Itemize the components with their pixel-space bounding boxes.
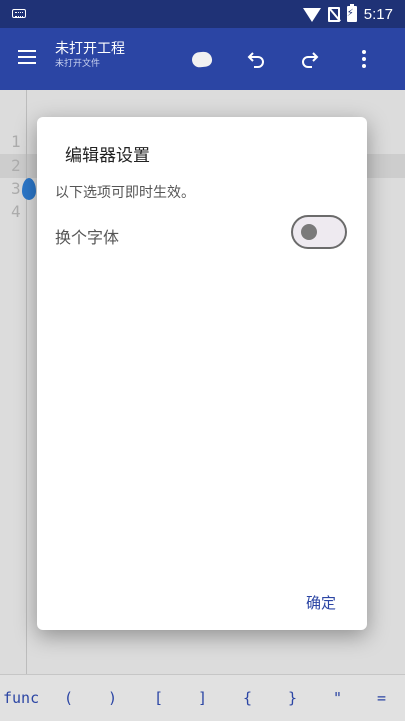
symbol-key[interactable]: ( xyxy=(64,689,73,707)
no-sim-icon xyxy=(327,6,340,22)
status-time: 5:17 xyxy=(363,5,393,23)
wifi-icon xyxy=(302,8,321,22)
undo-button[interactable] xyxy=(229,46,283,72)
symbol-key[interactable]: ] xyxy=(198,689,207,707)
change-font-switch[interactable] xyxy=(291,215,347,249)
run-icon xyxy=(191,50,213,68)
symbol-key[interactable]: [ xyxy=(154,689,163,707)
dialog-title: 编辑器设置 xyxy=(65,146,150,166)
battery-charging-icon xyxy=(346,4,357,22)
symbol-key[interactable]: ) xyxy=(108,689,117,707)
status-bar: 5:17 xyxy=(0,0,405,28)
project-title: 未打开工程 xyxy=(55,41,125,57)
ok-button[interactable]: 确定 xyxy=(306,592,336,613)
run-button[interactable] xyxy=(175,46,229,72)
symbol-key[interactable]: = xyxy=(377,689,386,707)
app-titles: 未打开工程 未打开文件 xyxy=(55,40,125,70)
keyboard-icon xyxy=(12,9,26,18)
more-options-button[interactable] xyxy=(337,46,391,72)
redo-icon xyxy=(302,52,319,68)
more-vert-icon xyxy=(362,50,366,68)
symbol-key[interactable]: func xyxy=(3,689,39,707)
app-bar: 未打开工程 未打开文件 xyxy=(0,28,405,90)
editor-settings-dialog: 编辑器设置 以下选项可即时生效。 换个字体 确定 xyxy=(37,117,367,630)
symbols-bar: func ( ) [ ] { } " = xyxy=(0,674,405,721)
menu-icon[interactable] xyxy=(18,50,36,64)
undo-icon xyxy=(247,52,264,68)
file-subtitle: 未打开文件 xyxy=(55,59,101,69)
switch-knob xyxy=(301,224,317,240)
redo-button[interactable] xyxy=(283,46,337,72)
symbol-key[interactable]: { xyxy=(243,689,252,707)
symbol-key[interactable]: } xyxy=(288,689,297,707)
symbol-key[interactable]: " xyxy=(333,689,342,707)
dialog-description: 以下选项可即时生效。 xyxy=(55,185,195,201)
change-font-label: 换个字体 xyxy=(55,228,120,247)
